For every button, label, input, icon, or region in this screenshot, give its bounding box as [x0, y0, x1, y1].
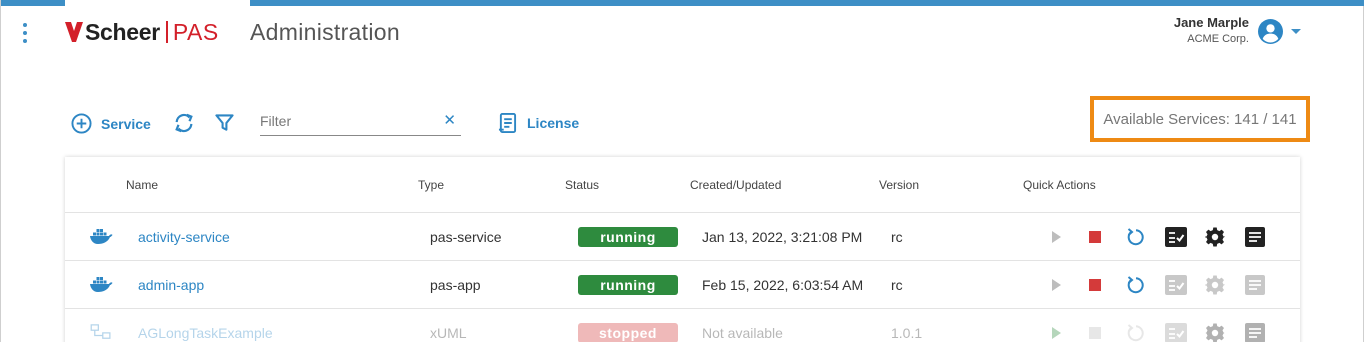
gear-icon — [1205, 323, 1225, 342]
column-header-status[interactable]: Status — [565, 178, 599, 192]
status-badge: running — [578, 275, 678, 295]
log-document-icon — [1245, 227, 1265, 247]
service-type: pas-app — [430, 277, 481, 293]
log-document-icon — [1245, 323, 1265, 342]
restart-button[interactable] — [1123, 225, 1147, 249]
stop-button[interactable] — [1083, 273, 1107, 297]
checklist-icon — [1165, 275, 1187, 295]
license-document-icon — [498, 113, 517, 133]
logo-divider — [165, 21, 168, 43]
service-name-link[interactable]: activity-service — [138, 229, 230, 245]
column-header-type[interactable]: Type — [418, 178, 444, 192]
user-info[interactable]: Jane Marple ACME Corp. — [1174, 15, 1249, 45]
user-name: Jane Marple — [1173, 15, 1249, 30]
logo-brand: Scheer — [85, 18, 160, 45]
stop-button[interactable] — [1083, 225, 1107, 249]
checklist-button[interactable] — [1164, 273, 1188, 297]
available-services-count: Available Services: 141 / 141 — [1090, 96, 1310, 142]
gear-icon — [1205, 227, 1225, 247]
scheer-logo-icon — [65, 22, 83, 42]
xuml-diagram-icon — [90, 324, 111, 339]
table-row[interactable]: activity-service pas-service running Jan… — [65, 213, 1300, 261]
services-table: Name Type Status Created/Updated Version… — [65, 157, 1300, 342]
table-row[interactable]: AGLongTaskExample xUML stopped Not avail… — [65, 309, 1300, 342]
logo-product: PAS — [172, 18, 219, 45]
start-button[interactable] — [1044, 273, 1068, 297]
column-header-version[interactable]: Version — [879, 178, 919, 192]
play-icon — [1052, 279, 1061, 291]
user-avatar-icon[interactable] — [1258, 19, 1283, 44]
restart-icon — [1127, 228, 1144, 246]
filter-icon[interactable] — [215, 113, 234, 133]
stop-icon — [1089, 231, 1101, 243]
column-header-quick-actions: Quick Actions — [1023, 178, 1096, 192]
checklist-icon — [1165, 227, 1187, 247]
filter-field[interactable]: ✕ — [260, 110, 461, 136]
filter-input[interactable] — [260, 110, 430, 132]
logs-button[interactable] — [1243, 273, 1267, 297]
top-accent-bar — [250, 0, 1364, 6]
user-menu-chevron-down-icon[interactable] — [1291, 29, 1301, 34]
user-org: ACME Corp. — [1187, 33, 1249, 45]
add-service-button[interactable]: Service — [71, 113, 151, 134]
service-updated: Jan 13, 2022, 3:21:08 PM — [702, 229, 863, 245]
service-type: xUML — [430, 325, 467, 341]
settings-button[interactable] — [1203, 273, 1227, 297]
page-title: Administration — [250, 19, 400, 45]
start-button[interactable] — [1044, 321, 1068, 342]
service-type: pas-service — [430, 229, 502, 245]
column-header-created-updated[interactable]: Created/Updated — [690, 178, 781, 192]
stop-icon — [1089, 279, 1101, 291]
table-header: Name Type Status Created/Updated Version… — [65, 157, 1300, 213]
start-button[interactable] — [1044, 225, 1068, 249]
restart-button[interactable] — [1123, 321, 1147, 342]
service-version: rc — [891, 229, 903, 245]
settings-button[interactable] — [1203, 225, 1227, 249]
status-badge: running — [578, 227, 678, 247]
clear-filter-icon[interactable]: ✕ — [443, 113, 456, 129]
column-header-name[interactable]: Name — [126, 178, 158, 192]
kebab-menu-icon[interactable] — [21, 23, 29, 43]
stop-icon — [1089, 327, 1101, 339]
logs-button[interactable] — [1243, 321, 1267, 342]
stop-button[interactable] — [1083, 321, 1107, 342]
checklist-button[interactable] — [1164, 225, 1188, 249]
table-row[interactable]: admin-app pas-app running Feb 15, 2022, … — [65, 261, 1300, 309]
play-icon — [1052, 327, 1061, 339]
checklist-icon — [1165, 323, 1187, 342]
service-name-link[interactable]: AGLongTaskExample — [138, 325, 273, 341]
status-badge: stopped — [578, 323, 678, 342]
restart-icon — [1127, 324, 1144, 342]
restart-button[interactable] — [1123, 273, 1147, 297]
log-document-icon — [1245, 275, 1265, 295]
add-circle-icon — [71, 113, 92, 134]
top-accent-bar — [1, 0, 65, 6]
service-version: rc — [891, 277, 903, 293]
service-name-link[interactable]: admin-app — [138, 277, 204, 293]
service-updated: Not available — [702, 325, 783, 341]
checklist-button[interactable] — [1164, 321, 1188, 342]
gear-icon — [1205, 275, 1225, 295]
refresh-icon[interactable] — [173, 112, 195, 134]
play-icon — [1052, 231, 1061, 243]
app-window: Scheer PAS Administration Jane Marple AC… — [0, 0, 1364, 342]
add-service-label: Service — [101, 115, 151, 132]
docker-icon — [90, 229, 113, 244]
logo: Scheer PAS — [65, 18, 219, 46]
logs-button[interactable] — [1243, 225, 1267, 249]
service-updated: Feb 15, 2022, 6:03:54 AM — [702, 277, 864, 293]
license-button[interactable]: License — [498, 112, 579, 134]
service-version: 1.0.1 — [891, 325, 923, 341]
license-label: License — [527, 115, 580, 131]
settings-button[interactable] — [1203, 321, 1227, 342]
docker-icon — [90, 277, 113, 292]
restart-icon — [1127, 276, 1144, 294]
